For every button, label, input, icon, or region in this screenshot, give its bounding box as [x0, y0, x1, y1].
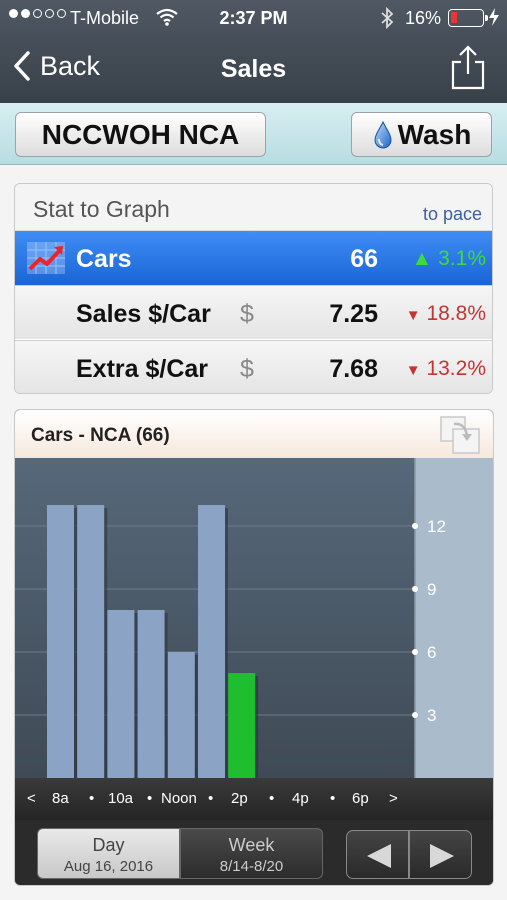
x-tick-label: 6p — [352, 790, 369, 807]
bar[interactable] — [167, 652, 195, 778]
y-tick-label: 12 — [427, 517, 446, 536]
stat-change-value: 18.8% — [426, 302, 486, 325]
stats-panel: Stat to Graph to pace Cars 66 ▲ 3.1% Sal… — [14, 183, 493, 394]
week-label: Week — [228, 835, 275, 855]
x-tick-label: 10a — [108, 790, 134, 807]
y-tick-mark — [412, 523, 418, 529]
stat-change-value: 13.2% — [426, 357, 486, 380]
y-tick-label: 6 — [427, 643, 436, 662]
y-tick-mark — [412, 649, 418, 655]
y-axis-panel — [415, 458, 493, 778]
nav-bar: Back Sales — [0, 42, 507, 98]
bar[interactable] — [47, 505, 74, 778]
week-range: 8/14-8/20 — [219, 858, 284, 875]
stat-change: ▲ 3.1% — [411, 247, 486, 271]
stat-row-cars[interactable]: Cars 66 ▲ 3.1% — [15, 231, 492, 285]
stat-value: 7.25 — [329, 300, 378, 328]
bar[interactable] — [107, 610, 135, 778]
water-drop-icon — [374, 120, 392, 148]
bar-current-hour[interactable] — [228, 673, 256, 778]
next-arrow-icon — [430, 844, 454, 868]
y-tick-label: 3 — [427, 706, 436, 725]
bar[interactable] — [137, 610, 165, 778]
up-arrow-icon: ▲ — [411, 247, 433, 270]
x-axis-next-marker: > — [389, 790, 398, 807]
battery-icon — [448, 9, 488, 27]
graph-panel: Cars - NCA (66) 3 6 9 12 < 8a • 10a • Noon … — [14, 409, 494, 886]
day-date: Aug 16, 2016 — [63, 858, 154, 875]
top-bar: T-Mobile 2:37 PM 16% Back Sales — [0, 0, 507, 103]
y-tick-mark — [412, 712, 418, 718]
prev-button[interactable] — [346, 830, 409, 879]
charging-bolt-icon — [488, 7, 500, 32]
stat-name: Extra $/Car — [76, 355, 209, 383]
prev-arrow-icon — [367, 844, 391, 868]
bluetooth-icon — [380, 6, 394, 34]
rotate-icon[interactable] — [439, 415, 481, 455]
stats-header-label: Stat to Graph — [33, 196, 170, 222]
graph-header: Cars - NCA (66) — [15, 410, 493, 458]
stat-change: ▼ 13.2% — [406, 357, 486, 381]
stat-row-extra-per-car[interactable]: Extra $/Car $ 7.68 ▼ 13.2% — [15, 340, 492, 393]
bar-chart: 3 6 9 12 — [15, 458, 493, 778]
next-button[interactable] — [409, 830, 472, 879]
y-tick-mark — [412, 586, 418, 592]
stat-change-value: 3.1% — [438, 247, 486, 270]
wash-button[interactable]: Wash — [351, 112, 492, 157]
x-tick-dot: • — [89, 790, 95, 807]
wash-label: Wash — [397, 118, 472, 150]
x-tick-dot: • — [147, 790, 153, 807]
stat-name: Cars — [76, 245, 132, 273]
bar[interactable] — [198, 505, 225, 778]
stat-value: 66 — [350, 245, 378, 273]
day-segment[interactable]: Day Aug 16, 2016 — [37, 828, 180, 879]
stat-name: Sales $/Car — [76, 300, 211, 328]
bar[interactable] — [77, 505, 105, 778]
currency-symbol: $ — [240, 300, 254, 328]
x-tick-label: 2p — [231, 790, 248, 807]
graph-title: Cars - NCA (66) — [31, 425, 170, 446]
x-tick-label: Noon — [161, 790, 197, 807]
x-axis-prev-marker: < — [27, 790, 36, 807]
stat-change: ▼ 18.8% — [406, 302, 486, 326]
trend-chart-icon — [27, 242, 65, 274]
status-bar: T-Mobile 2:37 PM 16% — [0, 0, 507, 36]
down-arrow-icon: ▼ — [405, 362, 421, 379]
x-tick-label: 8a — [52, 790, 69, 807]
page-title: Sales — [220, 55, 287, 83]
x-tick-dot: • — [330, 790, 336, 807]
day-label: Day — [92, 835, 125, 855]
graph-controls: Day Aug 16, 2016 Week 8/14-8/20 — [15, 820, 493, 885]
down-arrow-icon: ▼ — [405, 307, 421, 324]
x-tick-label: 4p — [292, 790, 309, 807]
share-icon[interactable] — [450, 44, 486, 90]
week-segment[interactable]: Week 8/14-8/20 — [180, 828, 323, 879]
x-tick-dot: • — [269, 790, 275, 807]
currency-symbol: $ — [240, 355, 254, 383]
pace-toggle[interactable]: to pace — [423, 204, 482, 225]
location-bar: NCCWOH NCA Wash — [0, 103, 507, 165]
stats-header: Stat to Graph to pace — [15, 184, 492, 231]
x-axis: < 8a • 10a • Noon • 2p • 4p • 6p > — [15, 778, 493, 820]
stat-value: 7.68 — [329, 355, 378, 383]
location-button[interactable]: NCCWOH NCA — [15, 112, 266, 157]
battery-percent: 16% — [405, 8, 442, 28]
y-tick-label: 9 — [427, 580, 436, 599]
x-tick-dot: • — [208, 790, 214, 807]
stat-row-sales-per-car[interactable]: Sales $/Car $ 7.25 ▼ 18.8% — [15, 285, 492, 339]
